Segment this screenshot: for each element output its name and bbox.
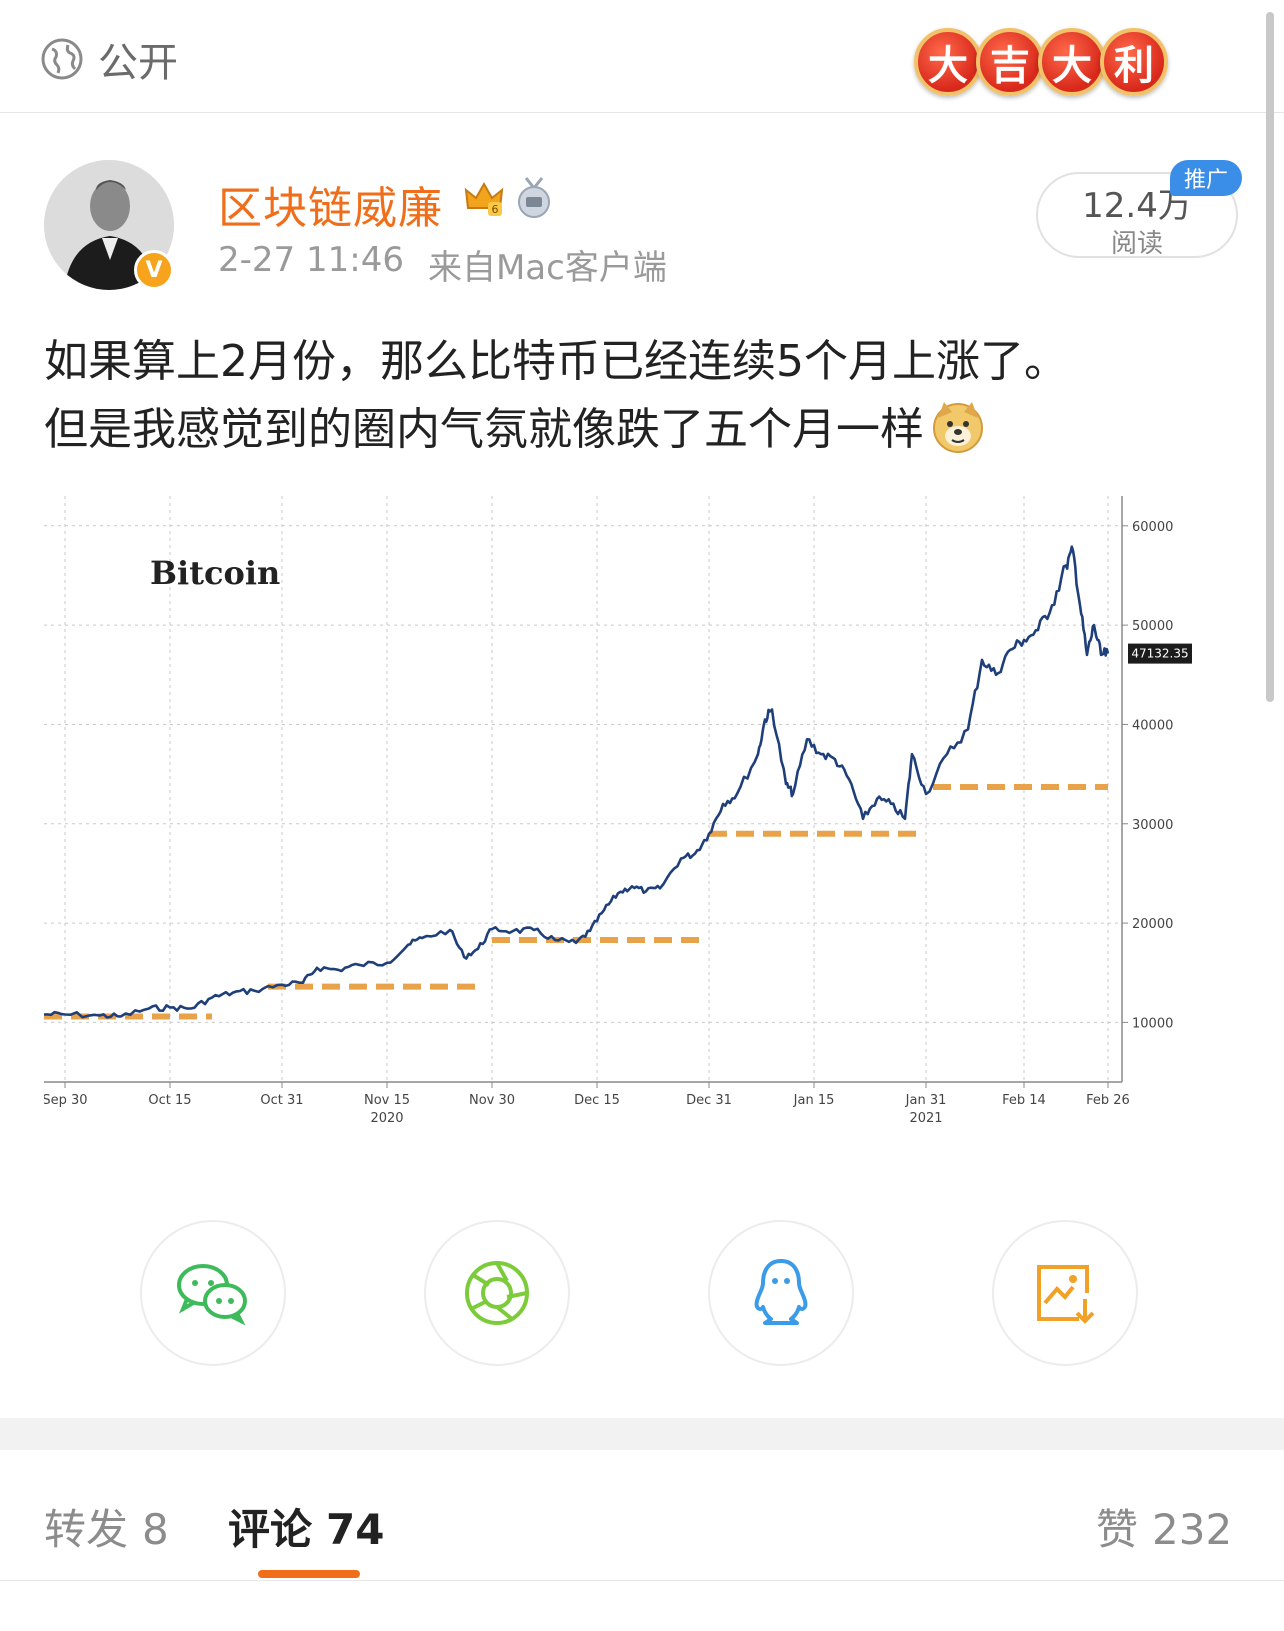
post-time: 2-27 11:46	[218, 240, 404, 280]
x-tick-label: Jan 31	[905, 1093, 947, 1108]
tab-comment-count: 74	[326, 1505, 385, 1554]
banner-char: 利	[1100, 28, 1168, 96]
x-tick-label: Jan 15	[793, 1093, 835, 1108]
tab-like-label: 赞	[1096, 1505, 1139, 1554]
bitcoin-chart: Bitcoin 60000 50000 40000 30000 20000 10000 S…	[44, 496, 1194, 1136]
moments-icon	[465, 1261, 529, 1325]
banner-char: 大	[1038, 28, 1106, 96]
post-source: 来自Mac客户端	[427, 248, 667, 288]
globe-icon	[41, 38, 83, 80]
x-tick-label: Oct 31	[260, 1093, 303, 1108]
banner-char: 吉	[976, 28, 1044, 96]
visibility-indicator[interactable]: 公开	[40, 30, 178, 88]
banner-char: 大	[914, 28, 982, 96]
post-text-line: 但是我感觉到的圈内气氛就像跌了五个月一样	[44, 396, 1244, 464]
save-image-button[interactable]	[992, 1220, 1138, 1366]
tab-like[interactable]: 赞 232	[1096, 1496, 1232, 1557]
vip-crown-icon[interactable]: 6	[462, 176, 506, 220]
tab-repost-label: 转发	[44, 1505, 129, 1554]
x-tick-label: Nov 30	[469, 1093, 515, 1108]
x-tick-label: Feb 26	[1086, 1093, 1130, 1108]
chart-title: Bitcoin	[150, 554, 280, 592]
tab-like-count: 232	[1152, 1505, 1233, 1554]
x-tick-year-label: 2021	[909, 1111, 942, 1126]
x-tick-label: Dec 31	[686, 1093, 732, 1108]
share-wechat-button[interactable]	[140, 1220, 286, 1366]
y-tick-label: 30000	[1132, 818, 1173, 833]
promo-badge[interactable]: 推广	[1170, 160, 1242, 196]
scrollbar[interactable]	[1266, 12, 1274, 702]
verified-badge: V	[134, 250, 174, 290]
tab-repost[interactable]: 转发 8	[44, 1496, 169, 1557]
visibility-label: 公开	[98, 40, 178, 86]
save-image-icon	[1037, 1265, 1095, 1324]
active-tab-indicator	[258, 1570, 360, 1578]
tab-repost-count: 8	[142, 1505, 169, 1554]
wechat-icon	[177, 1264, 247, 1325]
x-tick-label: Dec 15	[574, 1093, 620, 1108]
y-tick-label: 50000	[1132, 619, 1173, 634]
svg-text:6: 6	[492, 203, 499, 216]
post-meta: 2-27 11:46 来自Mac客户端	[218, 240, 667, 289]
post-text-segment: 但是我感觉到的圈内气氛就像跌了五个月一样	[44, 404, 924, 455]
x-tick-year-label: 2020	[370, 1111, 403, 1126]
x-tick-label: Nov 15	[364, 1093, 410, 1108]
post-text-line: 如果算上2月份，那么比特币已经连续5个月上涨了。	[44, 336, 1068, 387]
y-tick-label: 10000	[1132, 1016, 1173, 1031]
y-tick-label: 60000	[1132, 520, 1173, 535]
share-qq-button[interactable]	[708, 1220, 854, 1366]
section-separator	[0, 1418, 1284, 1450]
top-bar: 公开 大 吉 大 利	[0, 0, 1284, 113]
last-price-tag: 47132.35	[1128, 643, 1192, 664]
y-tick-label: 40000	[1132, 718, 1173, 733]
tab-comment-label: 评论	[228, 1505, 313, 1554]
share-moments-button[interactable]	[424, 1220, 570, 1366]
qq-icon	[754, 1259, 808, 1325]
post-text: 如果算上2月份，那么比特币已经连续5个月上涨了。 但是我感觉到的圈内气氛就像跌了…	[44, 328, 1244, 464]
last-price-label: 47132.35	[1131, 647, 1188, 661]
tab-comment[interactable]: 评论 74	[228, 1496, 384, 1557]
x-tick-label: Sep 30	[44, 1093, 88, 1108]
user-badges: 6	[462, 176, 554, 220]
doge-emoji	[933, 402, 983, 453]
y-tick-label: 20000	[1132, 917, 1173, 932]
x-tick-label: Feb 14	[1002, 1093, 1046, 1108]
greeting-banner[interactable]: 大 吉 大 利	[914, 28, 1168, 96]
username[interactable]: 区块链威廉	[218, 172, 443, 236]
read-count-label: 阅读	[1110, 229, 1163, 259]
x-tick-label: Oct 15	[148, 1093, 191, 1108]
interaction-tabs: 转发 8 评论 74 赞 232	[0, 1450, 1284, 1581]
medal-answer-icon[interactable]	[514, 176, 554, 220]
